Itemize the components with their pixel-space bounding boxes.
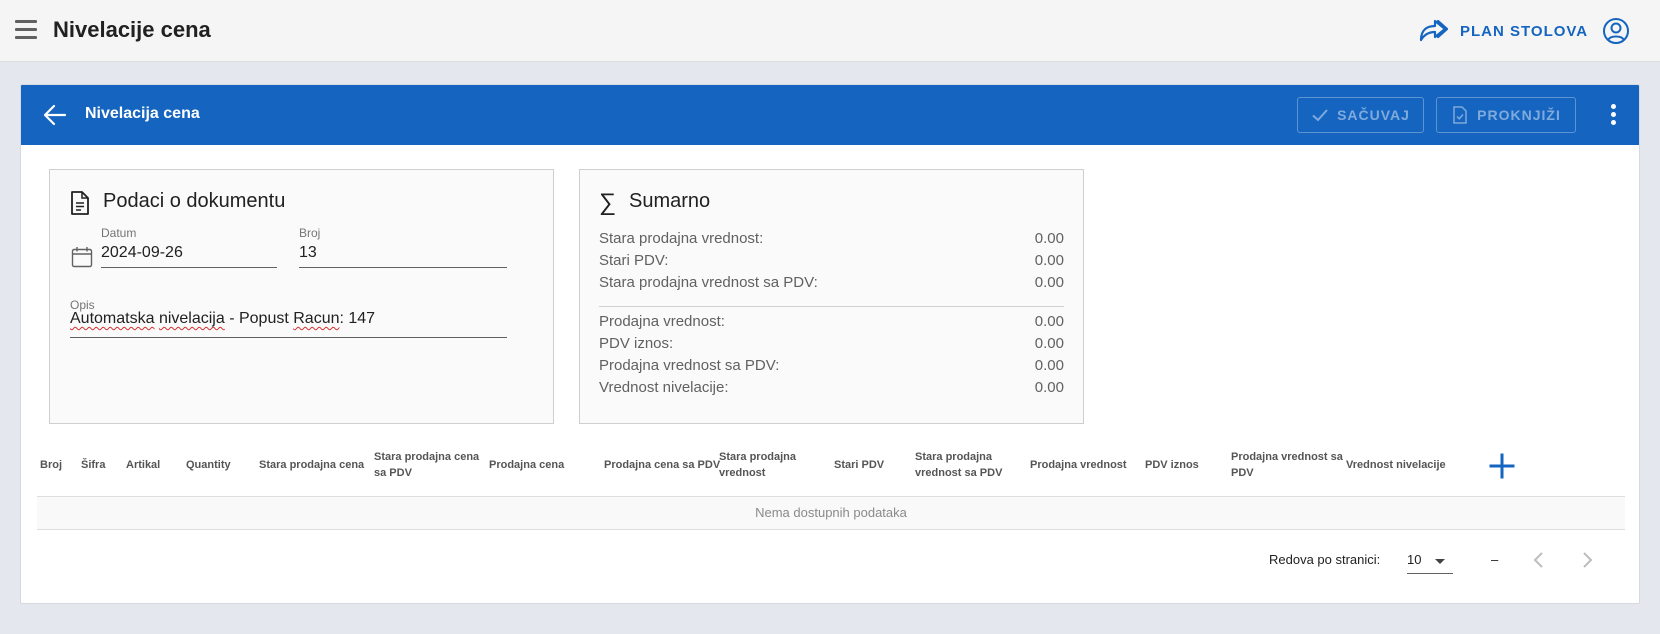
summary-panel: ∑ Sumarno Stara prodajna vrednost: 0.00 … <box>579 169 1084 424</box>
summary-row-label: Vrednost nivelacije: <box>599 379 729 396</box>
summary-row-value: 0.00 <box>1034 357 1064 374</box>
desc-word-1: Automatska <box>70 310 155 327</box>
summary-row: Stara prodajna vrednost: 0.00 <box>599 230 1064 252</box>
menu-icon[interactable] <box>15 20 37 40</box>
summary-row-label: Prodajna vrednost sa PDV: <box>599 357 780 374</box>
number-label: Broj <box>299 226 321 240</box>
pagination-range: – <box>1491 552 1499 567</box>
document-icon <box>71 191 89 215</box>
document-check-icon <box>1453 106 1467 124</box>
summary-row-value: 0.00 <box>1034 313 1064 330</box>
sigma-icon: ∑ <box>599 189 617 216</box>
account-circle-icon[interactable] <box>1602 17 1630 45</box>
more-vert-icon[interactable] <box>1607 103 1619 127</box>
document-panel-title: Podaci o dokumentu <box>103 190 286 212</box>
summary-row: Stari PDV: 0.00 <box>599 252 1064 274</box>
column-header-stara-prodajna-cena-sa-pdv[interactable]: Stara prodajna cena sa PDV <box>374 449 479 481</box>
add-icon[interactable] <box>1488 452 1516 480</box>
column-header-artikal[interactable]: Artikal <box>126 457 160 473</box>
save-label: SAČUVAJ <box>1337 107 1410 123</box>
nivelacija-card: Nivelacija cena SAČUVAJ PROKNJIŽI Podaci… <box>20 84 1640 604</box>
plan-stolova-label: PLAN STOLOVA <box>1460 22 1589 40</box>
card-header: Nivelacija cena SAČUVAJ PROKNJIŽI <box>21 85 1639 145</box>
column-header-prodajna-vrednost[interactable]: Prodajna vrednost <box>1030 457 1127 473</box>
share-arrow-icon <box>1419 19 1448 42</box>
date-field[interactable]: 2024-09-26 <box>101 244 277 268</box>
summary-row-label: Stari PDV: <box>599 252 669 269</box>
desc-word-2: nivelacija <box>158 310 225 327</box>
summary-row-label: Stara prodajna vrednost: <box>599 230 764 247</box>
rows-per-page-label: Redova po stranici: <box>1269 552 1381 567</box>
save-button[interactable]: SAČUVAJ <box>1297 97 1424 133</box>
chevron-left-icon[interactable] <box>1529 550 1549 570</box>
desc-word-3: Popust <box>238 310 289 327</box>
document-panel: Podaci o dokumentu Datum 2024-09-26 Broj… <box>49 169 554 424</box>
desc-separator: - <box>224 310 239 327</box>
summary-row-value: 0.00 <box>1034 252 1064 269</box>
rows-per-page-select[interactable]: 10 <box>1407 548 1453 574</box>
summary-row-value: 0.00 <box>1034 274 1064 291</box>
app-bar: Nivelacije cena PLAN STOLOVA <box>0 0 1660 62</box>
column-header-broj[interactable]: Broj <box>40 457 62 473</box>
page-title: Nivelacije cena <box>53 17 211 42</box>
summary-row-value: 0.00 <box>1034 379 1064 396</box>
post-button[interactable]: PROKNJIŽI <box>1436 97 1576 133</box>
calendar-icon[interactable] <box>71 246 93 268</box>
summary-row: PDV iznos: 0.00 <box>599 335 1064 357</box>
summary-row: Stara prodajna vrednost sa PDV: 0.00 <box>599 274 1064 296</box>
column-header-vrednost-nivelacije[interactable]: Vrednost nivelacije <box>1346 457 1446 473</box>
arrow-back-icon[interactable] <box>43 103 67 127</box>
desc-tail: : 147 <box>339 310 376 327</box>
column-header-sifra[interactable]: Šifra <box>81 457 105 473</box>
empty-table-row: Nema dostupnih podataka <box>37 497 1625 529</box>
summary-row: Prodajna vrednost sa PDV: 0.00 <box>599 357 1064 379</box>
plan-stolova-button[interactable]: PLAN STOLOVA <box>1418 16 1588 46</box>
chevron-right-icon[interactable] <box>1577 550 1597 570</box>
summary-row: Vrednost nivelacije: 0.00 <box>599 379 1064 401</box>
column-header-quantity[interactable]: Quantity <box>186 457 231 473</box>
column-header-pdv-iznos[interactable]: PDV iznos <box>1145 457 1199 473</box>
summary-row-label: Prodajna vrednost: <box>599 313 725 330</box>
summary-row-label: PDV iznos: <box>599 335 674 352</box>
column-header-prodajna-vrednost-sa-pdv[interactable]: Prodajna vrednost sa PDV <box>1231 449 1343 481</box>
column-header-stari-pdv[interactable]: Stari PDV <box>834 457 884 473</box>
summary-row: Prodajna vrednost: 0.00 <box>599 313 1064 335</box>
summary-row-label: Stara prodajna vrednost sa PDV: <box>599 274 818 291</box>
column-header-stara-prodajna-vrednost[interactable]: Stara prodajna vrednost <box>719 449 796 481</box>
summary-panel-title: Sumarno <box>629 190 711 212</box>
column-header-stara-prodajna-vrednost-sa-pdv[interactable]: Stara prodajna vrednost sa PDV <box>915 449 1002 481</box>
table-footer-divider <box>37 529 1625 530</box>
description-field[interactable]: Automatska nivelacija - Popust Racun: 14… <box>70 310 507 338</box>
date-label: Datum <box>101 226 137 240</box>
post-label: PROKNJIŽI <box>1477 107 1561 123</box>
desc-word-4: Racun <box>293 310 340 327</box>
card-title: Nivelacija cena <box>85 105 200 122</box>
column-header-prodajna-cena-sa-pdv[interactable]: Prodajna cena sa PDV <box>604 457 720 473</box>
summary-row-value: 0.00 <box>1034 335 1064 352</box>
summary-row-value: 0.00 <box>1034 230 1064 247</box>
number-field[interactable]: 13 <box>299 244 507 268</box>
dropdown-caret-icon <box>1435 559 1445 564</box>
check-icon <box>1312 109 1328 122</box>
rows-per-page-value: 10 <box>1407 552 1422 567</box>
summary-divider <box>599 306 1064 307</box>
column-header-prodajna-cena[interactable]: Prodajna cena <box>489 457 564 473</box>
column-header-stara-prodajna-cena[interactable]: Stara prodajna cena <box>259 457 364 473</box>
